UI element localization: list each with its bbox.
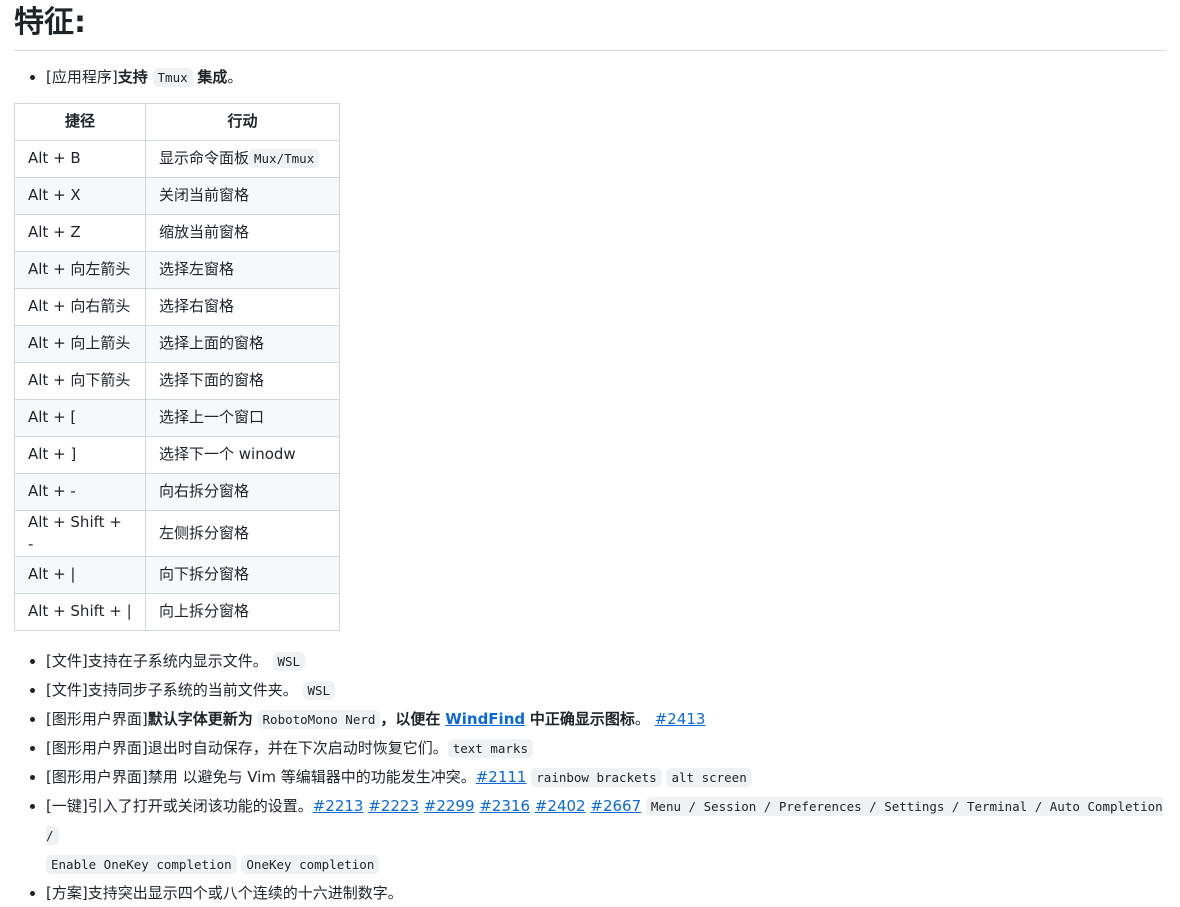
list-item: [文件]支持在子系统内显示文件。 WSL xyxy=(46,647,1166,676)
list-item: [图形用户界面]默认字体更新为 RobotoMono Nerd，以便在 Wind… xyxy=(46,705,1166,734)
inline-code: WSL xyxy=(272,651,306,671)
issue-link-2316[interactable]: #2316 xyxy=(479,797,530,815)
item-tag: [图形用户界面] xyxy=(46,709,148,728)
item-text: 。 xyxy=(634,709,650,728)
cell-shortcut: Alt + B xyxy=(14,139,146,178)
cell-action: 向右拆分窗格 xyxy=(145,472,340,511)
table-row: Alt + X 关闭当前窗格 xyxy=(14,176,340,215)
table-row: Alt + Z 缩放当前窗格 xyxy=(14,213,340,252)
cell-action: 选择右窗格 xyxy=(145,287,340,326)
cell-action: 缩放当前窗格 xyxy=(145,213,340,252)
list-item: [文件]支持同步子系统的当前文件夹。 WSL xyxy=(46,676,1166,705)
cell-shortcut: Alt + 向下箭头 xyxy=(14,361,146,400)
cell-action: 选择下面的窗格 xyxy=(145,361,340,400)
table-row: Alt + Shift + - 左侧拆分窗格 xyxy=(14,509,340,557)
list-item: [一键]引入了打开或关闭该功能的设置。#2213 #2223 #2299 #23… xyxy=(46,792,1166,879)
issue-link-2111[interactable]: #2111 xyxy=(476,768,527,786)
cell-shortcut: Alt + 向上箭头 xyxy=(14,324,146,363)
inline-code: rainbow brackets xyxy=(531,767,662,787)
issue-link-2667[interactable]: #2667 xyxy=(590,797,641,815)
table-row: Alt + ] 选择下一个 winodw xyxy=(14,435,340,474)
bold-text: ，以便在 xyxy=(380,709,441,728)
cell-action: 左侧拆分窗格 xyxy=(145,509,340,557)
inline-code: alt screen xyxy=(666,767,752,787)
item-text: 。 xyxy=(227,68,243,86)
list-item: [图形用户界面]禁用 以避免与 Vim 等编辑器中的功能发生冲突。#2111 r… xyxy=(46,763,1166,792)
cell-shortcut: Alt + - xyxy=(14,472,146,511)
item-tag: [应用程序] xyxy=(46,68,118,86)
item-text: [一键]引入了打开或关闭该功能的设置。 xyxy=(46,796,313,815)
cell-action: 向下拆分窗格 xyxy=(145,555,340,594)
inline-code: WSL xyxy=(302,680,336,700)
issue-link-2223[interactable]: #2223 xyxy=(368,797,419,815)
shortcut-table: 捷径 行动 Alt + B 显示命令面板 Mux/Tmux Alt + X 关闭当… xyxy=(14,102,340,631)
item-text: [图形用户界面]禁用 以避免与 Vim 等编辑器中的功能发生冲突。 xyxy=(46,767,476,786)
header-shortcut: 捷径 xyxy=(14,102,146,141)
item-text: [文件]支持同步子系统的当前文件夹。 xyxy=(46,680,298,699)
inline-code: Tmux xyxy=(152,68,193,87)
cell-action: 向上拆分窗格 xyxy=(145,592,340,631)
cell-action: 显示命令面板 Mux/Tmux xyxy=(145,139,340,178)
bold-text: 支持 xyxy=(117,68,148,86)
item-text: [图形用户界面]退出时自动保存，并在下次启动时恢复它们。 xyxy=(46,738,448,757)
list-item: [方案]支持突出显示四个或八个连续的十六进制数字。 xyxy=(46,879,1166,907)
cell-action: 选择上一个窗口 xyxy=(145,398,340,437)
cell-shortcut: Alt + 向左箭头 xyxy=(14,250,146,289)
list-item: [应用程序]支持 Tmux 集成。 xyxy=(46,66,1166,89)
cell-action: 选择左窗格 xyxy=(145,250,340,289)
table-row: Alt + B 显示命令面板 Mux/Tmux xyxy=(14,139,340,178)
bold-text: 中正确显示图标 xyxy=(529,709,635,728)
cell-shortcut: Alt + Shift + | xyxy=(14,592,146,631)
table-row: Alt + - 向右拆分窗格 xyxy=(14,472,340,511)
issue-link-2213[interactable]: #2213 xyxy=(313,797,364,815)
cell-shortcut: Alt + [ xyxy=(14,398,146,437)
item-text: [方案]支持突出显示四个或八个连续的十六进制数字。 xyxy=(46,883,403,902)
bold-text: 默认字体更新为 xyxy=(147,709,253,728)
cell-action: 选择下一个 winodw xyxy=(145,435,340,474)
table-row: Alt + 向上箭头 选择上面的窗格 xyxy=(14,324,340,363)
cell-action: 选择上面的窗格 xyxy=(145,324,340,363)
cell-shortcut: Alt + Shift + - xyxy=(14,509,146,557)
cell-shortcut: Alt + | xyxy=(14,555,146,594)
issue-link-2413[interactable]: #2413 xyxy=(655,710,706,728)
issue-link-2402[interactable]: #2402 xyxy=(535,797,586,815)
action-text: 显示命令面板 xyxy=(159,149,250,168)
bold-text: 集成 xyxy=(197,68,228,86)
page-title: 特征: xyxy=(14,0,1166,51)
page: 特征: [应用程序]支持 Tmux 集成。 捷径 行动 Alt + B 显示命令… xyxy=(0,0,1180,907)
cell-shortcut: Alt + X xyxy=(14,176,146,215)
table-row: Alt + Shift + | 向上拆分窗格 xyxy=(14,592,340,631)
header-action: 行动 xyxy=(145,102,340,141)
cell-action: 关闭当前窗格 xyxy=(145,176,340,215)
feature-list-top: [应用程序]支持 Tmux 集成。 xyxy=(14,66,1166,89)
table-row: Alt + 向下箭头 选择下面的窗格 xyxy=(14,361,340,400)
inline-code: Enable OneKey completion xyxy=(46,854,237,874)
inline-code: RobotoMono Nerd xyxy=(257,709,381,729)
cell-shortcut: Alt + Z xyxy=(14,213,146,252)
item-text: [文件]支持在子系统内显示文件。 xyxy=(46,651,268,670)
cell-shortcut: Alt + ] xyxy=(14,435,146,474)
table-row: Alt + 向左箭头 选择左窗格 xyxy=(14,250,340,289)
cell-shortcut: Alt + 向右箭头 xyxy=(14,287,146,326)
windfind-link[interactable]: WindFind xyxy=(445,710,525,728)
table-header-row: 捷径 行动 xyxy=(14,102,340,141)
feature-list-bottom: [文件]支持在子系统内显示文件。 WSL [文件]支持同步子系统的当前文件夹。 … xyxy=(14,647,1166,907)
inline-code: text marks xyxy=(447,738,533,758)
table-row: Alt + | 向下拆分窗格 xyxy=(14,555,340,594)
table-row: Alt + [ 选择上一个窗口 xyxy=(14,398,340,437)
issue-link-2299[interactable]: #2299 xyxy=(424,797,475,815)
list-item: [图形用户界面]退出时自动保存，并在下次启动时恢复它们。text marks xyxy=(46,734,1166,763)
inline-code: Mux/Tmux xyxy=(249,149,320,169)
inline-code: OneKey completion xyxy=(241,854,380,874)
table-row: Alt + 向右箭头 选择右窗格 xyxy=(14,287,340,326)
